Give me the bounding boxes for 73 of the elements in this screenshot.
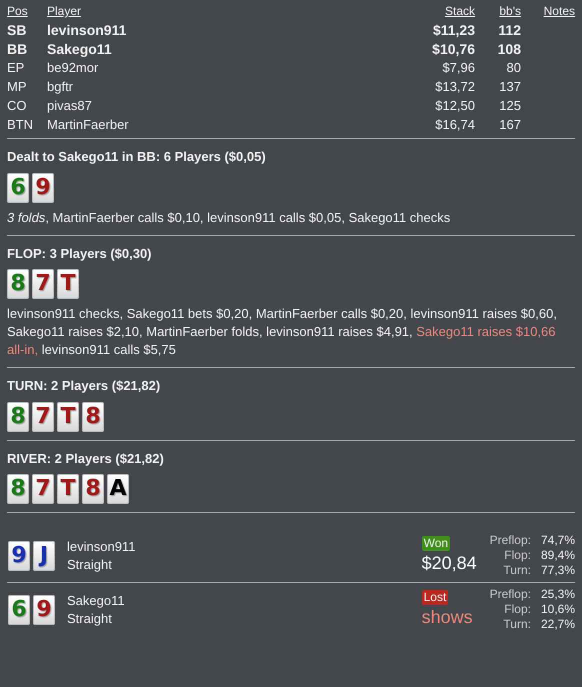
table-cell-text: $12,50 <box>434 97 475 115</box>
column-header[interactable]: Pos <box>7 2 47 20</box>
result-amount: $20,84 <box>422 552 477 575</box>
result-amount: shows <box>422 606 473 629</box>
playing-card: 7 <box>32 269 54 299</box>
playing-card: 9 <box>33 594 55 624</box>
table-cell-text: 112 <box>497 21 522 39</box>
table-cell-text: 137 <box>498 78 522 96</box>
playing-card: 8 <box>7 269 29 299</box>
table-cell-text: levinson911 <box>47 21 128 39</box>
playing-card: A <box>107 474 129 504</box>
equity-label: Preflop: <box>490 533 531 548</box>
equity-label: Turn: <box>502 563 531 578</box>
table-cell-text: EP <box>7 59 26 77</box>
equity-value: 89,4% <box>540 548 575 563</box>
table-cell-text: be92mor <box>47 59 100 77</box>
equity-value: 22,7% <box>540 617 575 632</box>
column-header[interactable]: Notes <box>525 2 575 20</box>
table-cell-text: $10,76 <box>431 40 475 58</box>
playing-card: 9 <box>32 172 54 202</box>
table-cell-text: BB <box>7 40 28 58</box>
playing-card: T <box>57 269 79 299</box>
table-cell-text: 80 <box>506 59 522 77</box>
table-cell-text: CO <box>7 97 28 115</box>
playing-card: J <box>33 540 55 570</box>
table-cell-text: $13,72 <box>434 78 475 96</box>
playing-card: 8 <box>7 474 29 504</box>
equity-label: Preflop: <box>490 587 531 602</box>
street-heading: TURN: 2 Players ($21,82) <box>7 377 162 395</box>
table-cell-text: Sakego11 <box>47 40 113 58</box>
table-cell-text: $7,96 <box>441 59 475 77</box>
equity-value: 77,3% <box>540 563 575 578</box>
column-header[interactable]: Player <box>47 2 385 20</box>
equity-value: 74,7% <box>540 533 575 548</box>
equity-value: 25,3% <box>540 587 575 602</box>
action-text: levinson911 checks, Sakego11 bets $0,20, MartinFaerber calls $0,20, levinson911 raises $0,60, Sakego11 raises $2,10, MartinFaerber folds, levinson911 raises $4,91, Sakego11 raises $10,66 all-in, levinson911 calls $5,75 <box>7 305 558 359</box>
table-cell-text: 167 <box>498 116 522 134</box>
playing-card: T <box>57 474 79 504</box>
playing-card: 8 <box>7 402 29 432</box>
equity-value: 10,6% <box>540 602 575 617</box>
player-name: levinson911 <box>67 538 136 556</box>
table-cell-text: 108 <box>496 40 522 58</box>
playing-card: 8 <box>82 474 104 504</box>
table-cell-text: MartinFaerber <box>47 116 130 134</box>
playing-card: 7 <box>32 402 54 432</box>
table-cell-text: bgftr <box>47 78 74 96</box>
equity-label: Flop: <box>503 548 531 563</box>
column-header[interactable]: bb's <box>475 2 525 20</box>
street-heading: Dealt to Sakego11 in BB: 6 Players ($0,05) <box>7 148 267 166</box>
street-heading: FLOP: 3 Players ($0,30) <box>7 244 153 263</box>
player-name: Sakego11 <box>67 592 126 610</box>
table-cell-text: BTN <box>7 116 34 134</box>
street-heading: RIVER: 2 Players ($21,82) <box>7 450 165 468</box>
column-header[interactable]: Stack <box>385 2 475 20</box>
playing-card: 6 <box>8 594 30 624</box>
equity-label: Flop: <box>503 602 531 617</box>
table-cell-text: 125 <box>498 97 522 115</box>
hand-name: Straight <box>67 610 113 628</box>
equity-label: Turn: <box>502 617 531 632</box>
playing-card: 7 <box>32 474 54 504</box>
table-cell-text: SB <box>7 21 28 39</box>
table-cell-text: pivas87 <box>47 97 93 115</box>
hand-name: Straight <box>67 556 113 574</box>
playing-card: 8 <box>82 402 104 432</box>
playing-card: T <box>57 402 79 432</box>
table-cell-text: MP <box>7 78 28 96</box>
table-cell-text: $16,74 <box>434 116 475 134</box>
playing-card: 6 <box>7 172 29 202</box>
table-cell-text: $11,23 <box>432 21 475 39</box>
playing-card: 9 <box>8 540 30 570</box>
result-badge: Won <box>422 536 450 551</box>
result-badge: Lost <box>422 590 448 605</box>
action-text: 3 folds, MartinFaerber calls $0,10, levinson911 calls $0,05, Sakego11 checks <box>7 208 452 226</box>
